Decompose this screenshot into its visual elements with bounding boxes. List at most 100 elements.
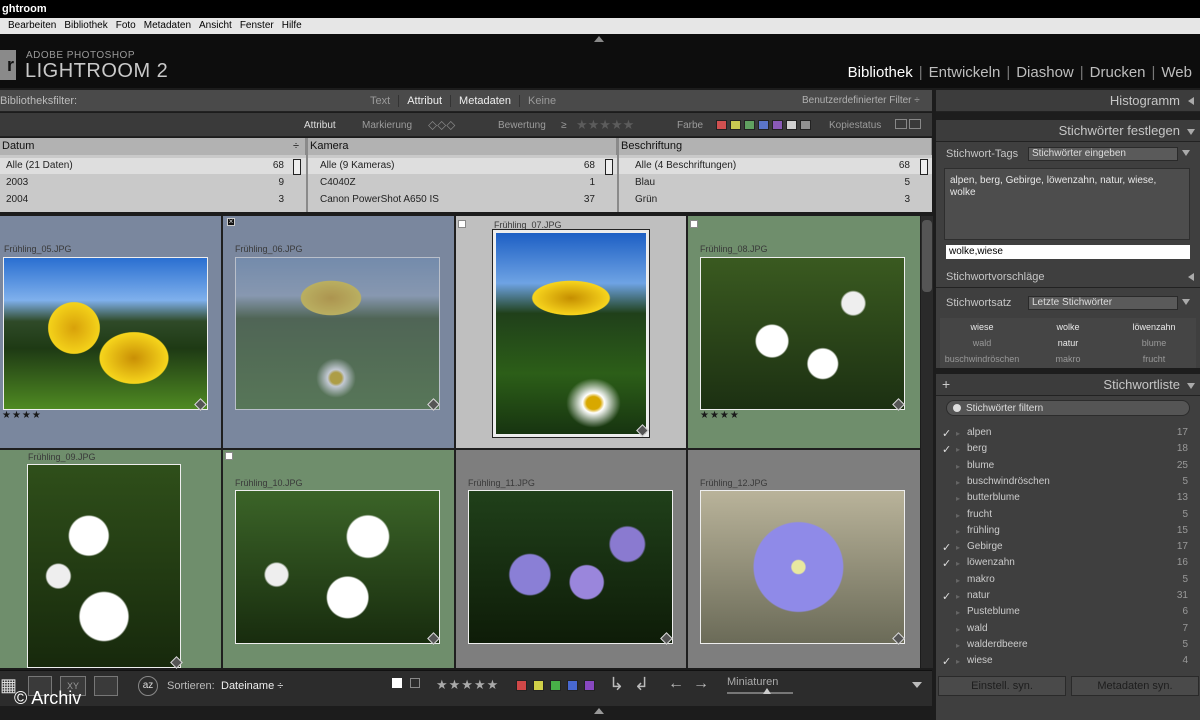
menu-foto[interactable]: Foto	[116, 18, 136, 34]
sort-dropdown[interactable]: Dateiname ÷	[221, 680, 283, 692]
add-keyword-icon[interactable]: +	[942, 376, 950, 392]
reject-flag-icon[interactable]: ×	[227, 218, 235, 226]
thumbnail-photo[interactable]	[700, 257, 905, 410]
section-header-vorschlaege[interactable]: Stichwortvorschläge	[936, 266, 1200, 288]
filter-tab-metadaten[interactable]: Metadaten	[451, 95, 521, 107]
keyword-entry-field[interactable]: wolke,wiese	[946, 245, 1190, 259]
rating-filter-stars[interactable]: ★★★★★	[576, 117, 634, 133]
toolbar-menu-icon[interactable]	[912, 682, 922, 688]
suggestion[interactable]: wolke	[1026, 322, 1110, 332]
thumbnail-photo[interactable]	[27, 464, 181, 668]
meta-row[interactable]: Canon PowerShot A650 IS 37	[308, 192, 617, 208]
meta-row[interactable]: 2003 9	[0, 175, 306, 191]
copy-status-master-icon[interactable]	[909, 119, 921, 129]
copy-status-virtual-icon[interactable]	[895, 119, 907, 129]
slider-handle-icon[interactable]	[763, 688, 771, 694]
menu-fenster[interactable]: Fenster	[240, 18, 274, 34]
menu-metadaten[interactable]: Metadaten	[144, 18, 191, 34]
suggestion[interactable]: wald	[940, 338, 1024, 348]
meta-row[interactable]: C4040Z 1	[308, 175, 617, 191]
menu-bearbeiten[interactable]: Bearbeiten	[8, 18, 56, 34]
column-header-beschriftung[interactable]: Beschriftung	[619, 138, 932, 155]
column-scrollbar[interactable]	[920, 159, 928, 175]
collapse-top-panel-icon[interactable]	[594, 36, 604, 42]
panel-header-histogramm[interactable]: Histogramm	[936, 90, 1200, 112]
color-label-red[interactable]	[516, 680, 527, 691]
keyword-checkmark-icon[interactable]: ✓	[942, 557, 951, 570]
color-filter-blue[interactable]	[758, 120, 769, 130]
thumbnail-size-slider[interactable]	[727, 692, 793, 694]
flag-icon[interactable]	[458, 220, 466, 228]
suggestion[interactable]: frucht	[1112, 354, 1196, 364]
meta-row-selected[interactable]: Alle (4 Beschriftungen) 68	[619, 158, 932, 174]
rotate-left-icon[interactable]: ↳	[609, 674, 624, 695]
grid-cell[interactable]: Frühling_05.JPG ★★★★	[0, 216, 221, 448]
suggestion[interactable]: löwenzahn	[1112, 322, 1196, 332]
meta-row[interactable]: Blau 5	[619, 175, 932, 191]
keyword-checkmark-icon[interactable]: ✓	[942, 443, 951, 456]
flag-pick-icon[interactable]	[392, 678, 402, 688]
keyword-checkmark-icon[interactable]: ✓	[942, 655, 951, 668]
filter-tab-keine[interactable]: Keine	[520, 95, 564, 107]
grid-cell[interactable]: Frühling_08.JPG ★★★★	[688, 216, 920, 448]
color-label-yellow[interactable]	[533, 680, 544, 691]
keyword-checkmark-icon[interactable]: ✓	[942, 590, 951, 603]
thumbnail-photo[interactable]	[235, 490, 440, 644]
color-label-green[interactable]	[550, 680, 561, 691]
collapse-bottom-panel-icon[interactable]	[594, 708, 604, 714]
rating-operator[interactable]: ≥	[561, 120, 567, 131]
dropdown-arrow-icon[interactable]	[1182, 299, 1190, 305]
meta-row-selected[interactable]: Alle (9 Kameras) 68	[308, 158, 617, 174]
rating-stars[interactable]: ★★★★★	[436, 677, 499, 693]
grid-scrollbar-thumb[interactable]	[922, 220, 932, 292]
color-filter-custom[interactable]	[786, 120, 797, 130]
color-filter-green[interactable]	[744, 120, 755, 130]
color-label-blue[interactable]	[567, 680, 578, 691]
expand-triangle-icon[interactable]	[1187, 129, 1195, 135]
suggestion[interactable]: buschwindröschen	[940, 354, 1024, 364]
dropdown-arrow-icon[interactable]	[1182, 150, 1190, 156]
suggestion[interactable]: makro	[1026, 354, 1110, 364]
module-drucken[interactable]: Drucken	[1088, 64, 1148, 81]
thumbnail-photo[interactable]	[468, 490, 673, 644]
color-filter-yellow[interactable]	[730, 120, 741, 130]
thumbnail-photo[interactable]	[700, 490, 905, 644]
custom-filter-dropdown[interactable]: Benutzerdefinierter Filter ÷	[802, 95, 920, 106]
flag-unflag-icon[interactable]	[410, 678, 420, 688]
sort-direction-icon[interactable]: az	[138, 676, 158, 696]
menu-ansicht[interactable]: Ansicht	[199, 18, 232, 34]
menu-hilfe[interactable]: Hilfe	[282, 18, 302, 34]
meta-row[interactable]: Grün 3	[619, 192, 932, 208]
survey-view-icon[interactable]	[94, 676, 118, 696]
panel-header-stichwortliste[interactable]: Stichwortliste	[936, 374, 1200, 396]
grid-cell[interactable]: Frühling_12.JPG	[688, 450, 920, 668]
previous-photo-icon[interactable]: ←	[668, 675, 684, 693]
grid-cell[interactable]: × Frühling_06.JPG	[223, 216, 454, 448]
keyword-checkmark-icon[interactable]: ✓	[942, 427, 951, 440]
thumbnail-photo[interactable]	[235, 257, 440, 410]
color-filter-red[interactable]	[716, 120, 727, 130]
flag-filter-icons[interactable]: ⬦⬦⬦	[428, 117, 455, 133]
sync-metadata-button[interactable]: Metadaten syn.	[1071, 676, 1199, 696]
color-filter-purple[interactable]	[772, 120, 783, 130]
menu-bibliothek[interactable]: Bibliothek	[64, 18, 107, 34]
flag-icon[interactable]	[690, 220, 698, 228]
column-header-kamera[interactable]: Kamera	[308, 138, 617, 155]
column-options-icon[interactable]: ÷	[293, 138, 299, 155]
color-label-purple[interactable]	[584, 680, 595, 691]
filter-tab-text[interactable]: Text	[362, 95, 400, 107]
column-scrollbar[interactable]	[605, 159, 613, 175]
grid-cell[interactable]: Frühling_11.JPG	[456, 450, 686, 668]
grid-cell-selected[interactable]: Frühling_07.JPG	[456, 216, 686, 448]
grid-cell[interactable]: Frühling_09.JPG	[0, 450, 221, 669]
collapse-triangle-icon[interactable]	[1188, 97, 1194, 105]
sync-settings-button[interactable]: Einstell. syn.	[938, 676, 1066, 696]
keyword-set-dropdown[interactable]: Letzte Stichwörter	[1028, 296, 1178, 310]
panel-header-stichwoerter[interactable]: Stichwörter festlegen	[936, 120, 1200, 142]
suggestion[interactable]: natur	[1026, 338, 1110, 348]
keyword-checkmark-icon[interactable]: ✓	[942, 541, 951, 554]
suggestion[interactable]: blume	[1112, 338, 1196, 348]
module-entwickeln[interactable]: Entwickeln	[927, 64, 1003, 81]
collapse-triangle-icon[interactable]	[1188, 273, 1194, 281]
column-scrollbar[interactable]	[293, 159, 301, 175]
